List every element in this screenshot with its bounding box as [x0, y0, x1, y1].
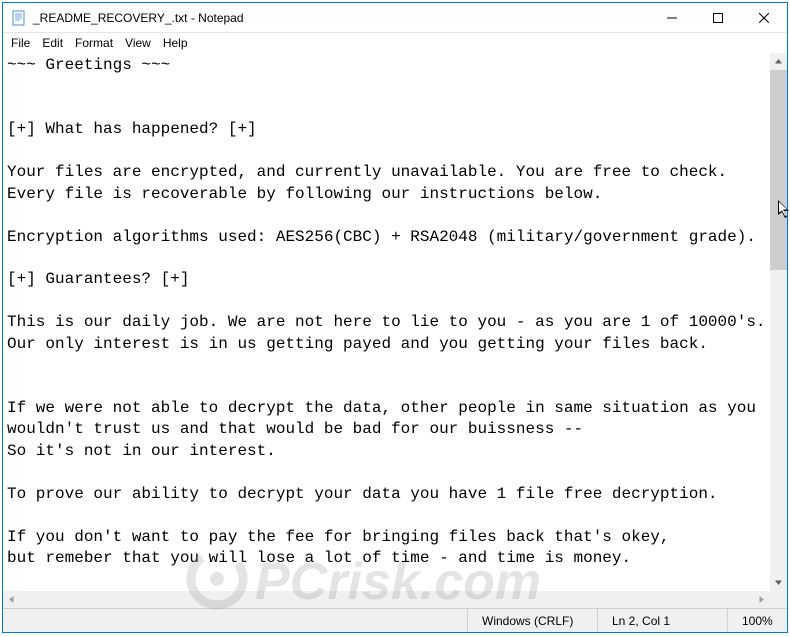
- notepad-icon: [11, 10, 27, 26]
- window-title: _README_RECOVERY_.txt - Notepad: [33, 11, 244, 25]
- scroll-corner: [770, 591, 787, 608]
- minimize-button[interactable]: [649, 3, 695, 33]
- statusbar: Windows (CRLF) Ln 2, Col 1 100%: [3, 608, 787, 632]
- scroll-down-button[interactable]: [770, 574, 787, 591]
- menu-view[interactable]: View: [119, 35, 157, 51]
- status-encoding: Windows (CRLF): [467, 609, 597, 632]
- menubar: File Edit Format View Help: [3, 33, 787, 53]
- scroll-up-button[interactable]: [770, 53, 787, 70]
- text-editor[interactable]: ~~~ Greetings ~~~ [+] What has happened?…: [3, 53, 770, 591]
- close-button[interactable]: [741, 3, 787, 33]
- scroll-left-button[interactable]: [3, 591, 20, 608]
- scroll-thumb[interactable]: [770, 70, 787, 270]
- menu-format[interactable]: Format: [69, 35, 119, 51]
- maximize-button[interactable]: [695, 3, 741, 33]
- menu-file[interactable]: File: [5, 35, 36, 51]
- menu-help[interactable]: Help: [157, 35, 194, 51]
- status-zoom: 100%: [727, 609, 787, 632]
- hscroll-track[interactable]: [20, 591, 753, 608]
- vertical-scrollbar[interactable]: [770, 53, 787, 591]
- horizontal-scrollbar[interactable]: [3, 591, 787, 608]
- titlebar[interactable]: _README_RECOVERY_.txt - Notepad: [3, 3, 787, 33]
- notepad-window: _README_RECOVERY_.txt - Notepad File Edi…: [2, 2, 788, 633]
- menu-edit[interactable]: Edit: [36, 35, 69, 51]
- status-position: Ln 2, Col 1: [597, 609, 727, 632]
- scroll-right-button[interactable]: [753, 591, 770, 608]
- scroll-track[interactable]: [770, 70, 787, 574]
- content-area: ~~~ Greetings ~~~ [+] What has happened?…: [3, 53, 787, 591]
